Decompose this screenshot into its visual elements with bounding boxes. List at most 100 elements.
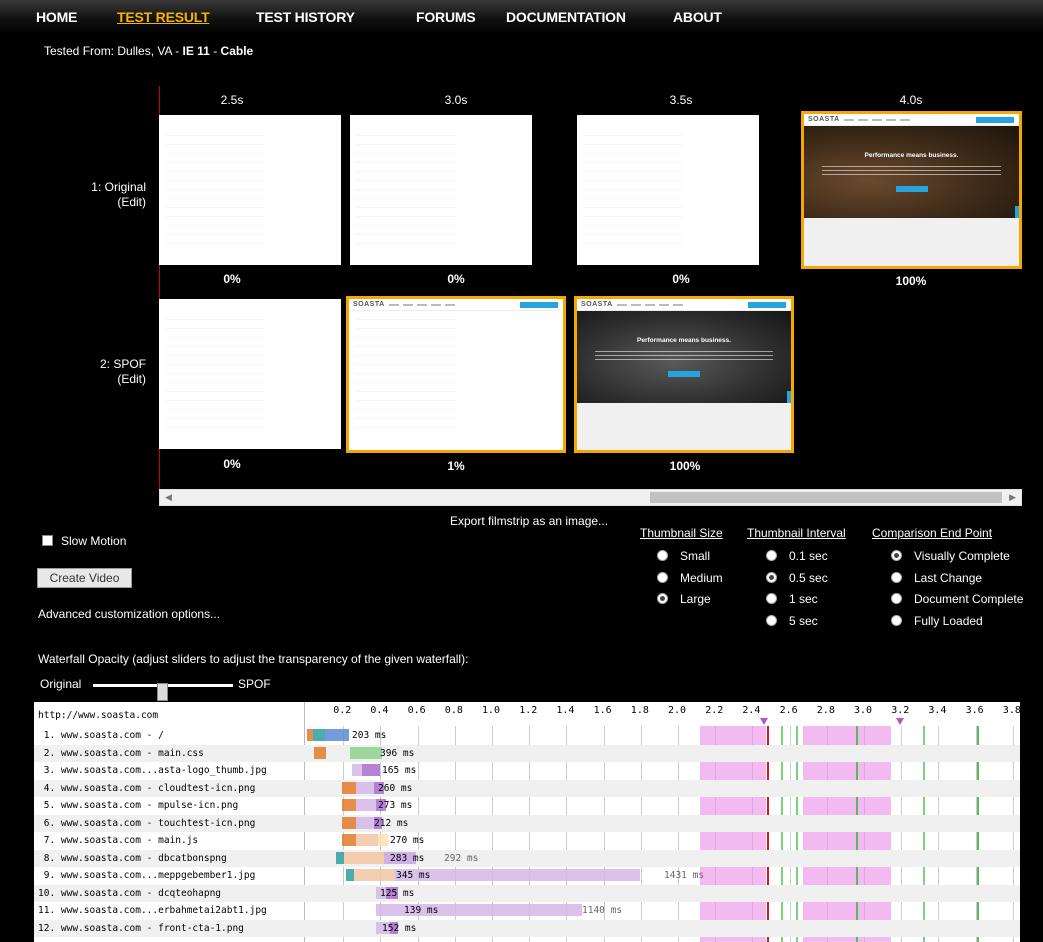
scroll-left-icon[interactable]: ◀ <box>165 492 172 503</box>
waterfall-row[interactable]: 3. www.soasta.com...asta-logo_thumb.jpg 1… <box>34 762 1020 779</box>
waterfall-row[interactable]: 5. www.soasta.com - mpulse-icn.png 273 ms <box>34 797 1020 814</box>
percent-label: 0% <box>447 272 465 286</box>
filmstrip-thumb[interactable] <box>350 115 532 265</box>
thumb-headline: Performance means business. <box>637 337 731 344</box>
radio-end-fully-loaded[interactable]: Fully Loaded <box>891 614 983 628</box>
edit-link[interactable]: (Edit) <box>60 195 146 210</box>
slow-motion-checkbox[interactable] <box>42 535 53 546</box>
waterfall-bar <box>356 799 376 811</box>
nav-home[interactable]: HOME <box>36 9 77 25</box>
thumb-headline: Performance means business. <box>864 152 959 159</box>
tested-from: Tested From: Dulles, VA - IE 11 - Cable <box>44 44 254 58</box>
radio-interval-1[interactable]: 1 sec <box>766 592 818 606</box>
radio-end-visually-complete[interactable]: Visually Complete <box>891 549 1010 563</box>
waterfall-tick-label: 1.6 <box>593 705 612 716</box>
filmstrip-thumb[interactable] <box>159 299 341 449</box>
waterfall-bar <box>325 729 349 741</box>
waterfall-request-name: 5. www.soasta.com - mpulse-icn.png <box>38 800 239 811</box>
waterfall-tick-label: 3.6 <box>965 705 984 716</box>
row-label-text: 2: SPOF <box>99 357 146 371</box>
waterfall-bar <box>313 729 325 741</box>
waterfall-bar <box>344 851 384 864</box>
waterfall-bar <box>354 869 394 881</box>
scroll-right-icon[interactable]: ▶ <box>1009 492 1016 503</box>
filmstrip-thumb-complete[interactable]: SOASTA Performance means business. <box>574 296 794 453</box>
waterfall-row[interactable]: 11. www.soasta.com...erbahmetai2abt1.jpg… <box>34 902 1020 919</box>
radio-interval-0-5[interactable]: 0.5 sec <box>766 571 828 585</box>
scrollbar-thumb[interactable] <box>650 492 1002 503</box>
waterfall-tick-label: 1.8 <box>630 705 649 716</box>
waterfall-duration: 152 ms <box>382 922 417 934</box>
waterfall-bar <box>342 834 356 846</box>
waterfall-bar <box>362 764 380 776</box>
create-video-button[interactable]: Create Video <box>37 568 132 588</box>
filmstrip-thumb[interactable] <box>159 115 341 265</box>
filmstrip-scrollbar[interactable]: ◀ ▶ <box>159 489 1022 506</box>
waterfall-duration: 1431 ms <box>664 870 705 881</box>
nav-test-history[interactable]: TEST HISTORY <box>256 9 355 25</box>
filmstrip-thumb[interactable] <box>577 115 759 265</box>
radio-size-medium[interactable]: Medium <box>657 571 723 585</box>
waterfall-tick-label: 0.4 <box>370 705 389 716</box>
percent-label: 100% <box>669 459 701 473</box>
opacity-slider-track[interactable] <box>93 683 233 701</box>
waterfall-request-name: 8. www.soasta.com - dbcatbonspng <box>38 852 227 864</box>
waterfall-chart: http://www.soasta.com 0.2 0.4 0.6 0.8 1.0 1.2… <box>34 702 1020 942</box>
export-filmstrip-link[interactable]: Export filmstrip as an image... <box>450 514 608 528</box>
radio-size-large[interactable]: Large <box>657 592 711 606</box>
percent-label: 0% <box>672 272 690 286</box>
waterfall-row[interactable]: 10. www.soasta.com - dcqteohapng 125 ms <box>34 884 1020 902</box>
opacity-slider-handle[interactable] <box>157 683 168 701</box>
advanced-options-link[interactable]: Advanced customization options... <box>38 607 220 621</box>
nav-test-result[interactable]: TEST RESULT <box>117 9 210 25</box>
radio-interval-0-1[interactable]: 0.1 sec <box>766 549 828 563</box>
waterfall-request-name: 11. www.soasta.com...erbahmetai2abt1.jpg <box>38 905 267 916</box>
percent-label: 0% <box>223 457 241 471</box>
edit-link[interactable]: (Edit) <box>60 372 146 387</box>
top-nav: HOME TEST RESULT TEST HISTORY FORUMS DOC… <box>0 0 1043 34</box>
waterfall-marker-icon <box>896 718 904 725</box>
comparison-end-heading: Comparison End Point <box>872 526 993 540</box>
waterfall-bar <box>350 746 382 759</box>
slow-motion-option[interactable]: Slow Motion <box>42 534 126 548</box>
row-label-spof: 2: SPOF (Edit) <box>60 357 146 387</box>
waterfall-duration: 260 ms <box>378 782 413 794</box>
filmstrip-time: 3.5s <box>669 93 693 107</box>
waterfall-request-name: 7. www.soasta.com - main.js <box>38 835 199 846</box>
radio-end-document-complete[interactable]: Document Complete <box>891 592 1023 606</box>
waterfall-row[interactable]: 7. www.soasta.com - main.js 270 ms <box>34 832 1020 849</box>
waterfall-duration: 283 ms <box>390 852 425 864</box>
waterfall-row[interactable]: 6. www.soasta.com - touchtest-icn.png 212… <box>34 814 1020 832</box>
waterfall-duration: 292 ms <box>444 852 479 864</box>
waterfall-row[interactable]: 12. www.soasta.com - front-cta-1.png 152 … <box>34 919 1020 937</box>
waterfall-row[interactable]: 1. www.soasta.com - / 203 ms <box>34 727 1020 744</box>
filmstrip-thumb-complete[interactable]: SOASTA Performance means business. <box>801 111 1022 269</box>
waterfall-duration: 345 ms <box>396 870 431 881</box>
waterfall-bar <box>314 746 326 759</box>
filmstrip-time: 4.0s <box>899 93 923 107</box>
waterfall-duration: 1140 ms <box>582 905 623 916</box>
waterfall-row[interactable]: 2. www.soasta.com - main.css 396 ms <box>34 744 1020 762</box>
waterfall-row[interactable]: 9. www.soasta.com...meppgebember1.jpg 345… <box>34 867 1020 884</box>
waterfall-duration: 273 ms <box>378 800 413 811</box>
filmstrip-thumb[interactable]: SOASTA <box>346 296 566 453</box>
waterfall-row[interactable]: 8. www.soasta.com - dbcatbonspng 283 ms 29… <box>34 849 1020 867</box>
nav-about[interactable]: ABOUT <box>673 9 722 25</box>
radio-size-small[interactable]: Small <box>657 549 710 563</box>
nav-documentation[interactable]: DOCUMENTATION <box>506 9 626 25</box>
waterfall-bar <box>376 904 396 916</box>
waterfall-tick-label: 3.4 <box>928 705 947 716</box>
waterfall-request-name: 10. www.soasta.com - dcqteohapng <box>38 887 222 899</box>
waterfall-bar <box>352 764 362 776</box>
nav-forums[interactable]: FORUMS <box>416 9 476 25</box>
waterfall-row[interactable]: 4. www.soasta.com - cloudtest-icn.png 260… <box>34 779 1020 797</box>
opacity-slider-row: Original SPOF <box>40 677 271 701</box>
waterfall-request-name: 4. www.soasta.com - cloudtest-icn.png <box>38 782 256 794</box>
waterfall-tick-label: 2.8 <box>816 705 835 716</box>
waterfall-tick-label: 0.6 <box>407 705 426 716</box>
waterfall-tick-label: 0.8 <box>444 705 463 716</box>
waterfall-request-name: 6. www.soasta.com - touchtest-icn.png <box>38 817 256 829</box>
waterfall-tick-label: 3.2 <box>891 705 910 716</box>
radio-end-last-change[interactable]: Last Change <box>891 571 982 585</box>
radio-interval-5[interactable]: 5 sec <box>766 614 818 628</box>
